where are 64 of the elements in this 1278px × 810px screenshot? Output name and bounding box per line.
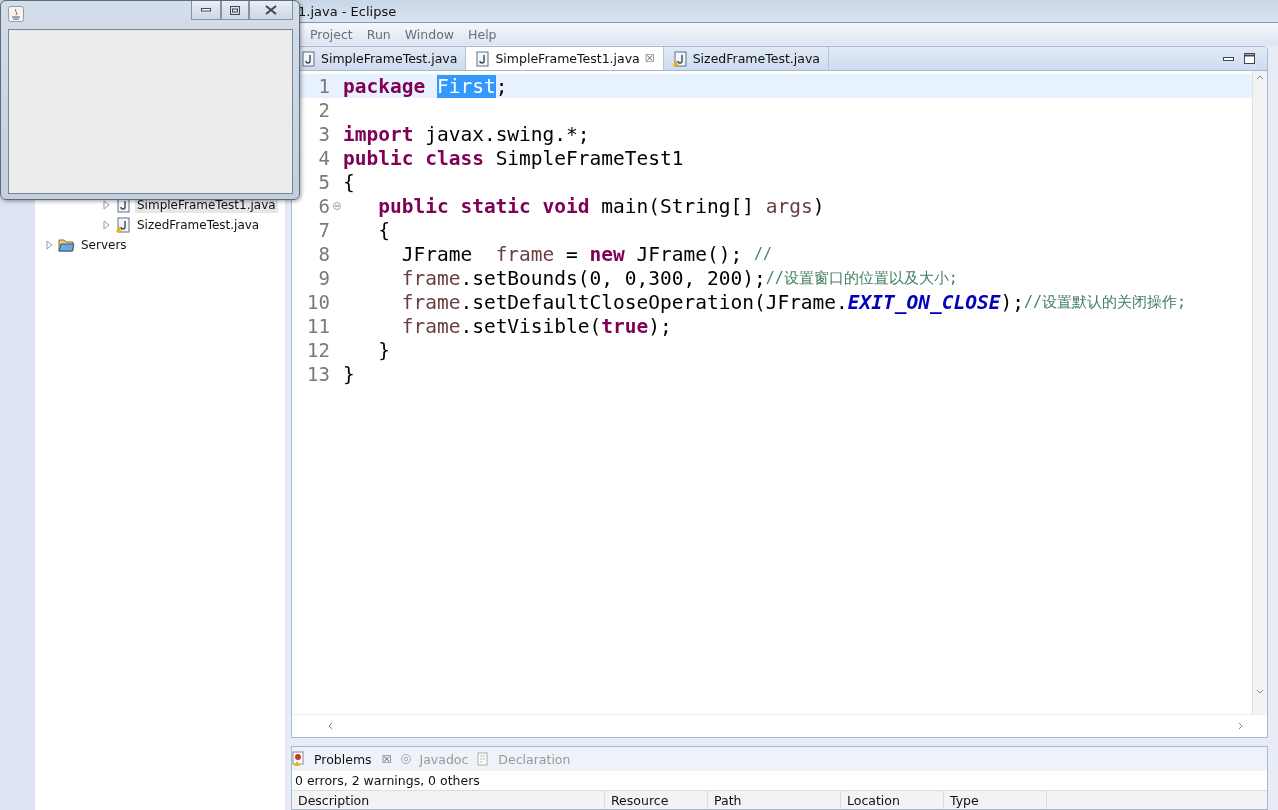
minimize-button[interactable] [191, 1, 221, 20]
column-header[interactable]: Type [944, 791, 1047, 809]
menu-item[interactable]: Project [306, 26, 357, 42]
maximize-icon[interactable] [230, 5, 240, 15]
line-number: 1 [317, 75, 330, 97]
vertical-scrollbar[interactable] [1252, 71, 1267, 714]
menu-item[interactable]: Run [362, 26, 395, 42]
column-header[interactable]: Path [708, 791, 841, 809]
java-file-warning-icon [671, 50, 688, 67]
code-line: public class SimpleFrameTest1 [343, 146, 684, 170]
tree-item[interactable]: Servers [79, 237, 129, 253]
code-line: frame.setVisible(true); [400, 314, 672, 338]
maximize-button[interactable] [221, 1, 249, 20]
line-number: 4 [317, 147, 330, 169]
code-line: public static void main(String[] args) [377, 194, 825, 218]
java-file-icon [300, 50, 316, 67]
problems-summary: 0 errors, 2 warnings, 0 others [294, 772, 481, 790]
editor-tab[interactable]: SimpleFrameTest1.java ☒ [466, 47, 664, 70]
column-header[interactable]: Resource [605, 791, 708, 809]
minimize-icon[interactable] [1223, 55, 1234, 62]
scroll-right-icon[interactable] [1238, 722, 1243, 730]
code-line: JFrame frame = new JFrame(); // [400, 242, 772, 266]
minimize-icon[interactable] [201, 8, 211, 12]
line-number: 11 [306, 315, 330, 337]
tree-item[interactable]: SizedFrameTest.java [135, 217, 262, 233]
scroll-up-icon[interactable] [1256, 75, 1264, 80]
line-number: 9 [317, 267, 330, 289]
line-number: 5 [317, 171, 330, 193]
close-button[interactable] [249, 1, 293, 20]
code-line: package First; [343, 74, 508, 98]
close-icon[interactable]: ☒ [644, 52, 655, 65]
scroll-down-icon[interactable] [1256, 689, 1264, 694]
code-line: import javax.swing.*; [343, 122, 590, 146]
line-number: 13 [306, 363, 330, 385]
column-header[interactable]: Description [292, 791, 605, 809]
line-number: 8 [317, 243, 330, 265]
column-header[interactable]: Location [841, 791, 944, 809]
document-icon [476, 752, 491, 766]
line-number: 3 [317, 123, 330, 145]
close-icon[interactable]: ☒ [381, 752, 392, 766]
expand-arrow-icon[interactable] [46, 240, 54, 250]
code-line: } [377, 338, 390, 362]
line-number: 6 [317, 195, 330, 217]
line-number: 12 [306, 339, 330, 361]
menu-item[interactable]: Window [400, 26, 459, 42]
close-icon[interactable] [265, 5, 277, 15]
code-line: frame.setDefaultCloseOperation(JFrame.EXIT_ON_CLOSE);//设置默认的关闭操作; [400, 290, 1187, 314]
code-line: } [343, 362, 355, 386]
at-sign-icon [399, 753, 412, 765]
code-line: { [343, 170, 355, 194]
code-line: frame.setBounds(0, 0,300, 200);//设置窗口的位置以及大小; [400, 266, 958, 290]
window-title: 1.java - Eclipse [298, 3, 397, 19]
code-line: { [377, 218, 390, 242]
editor-tab[interactable]: SizedFrameTest.java [663, 47, 829, 70]
maximize-icon[interactable] [1244, 53, 1255, 64]
menu-item[interactable]: Help [464, 26, 501, 42]
panel-tab[interactable]: Problems ☒ [308, 751, 398, 767]
java-file-icon [474, 50, 491, 67]
scroll-left-icon[interactable] [328, 722, 333, 730]
java-icon [8, 6, 24, 22]
line-number: 7 [317, 219, 330, 241]
line-number: 10 [306, 291, 330, 313]
line-number: 2 [317, 99, 330, 121]
fold-icon[interactable] [332, 202, 341, 210]
